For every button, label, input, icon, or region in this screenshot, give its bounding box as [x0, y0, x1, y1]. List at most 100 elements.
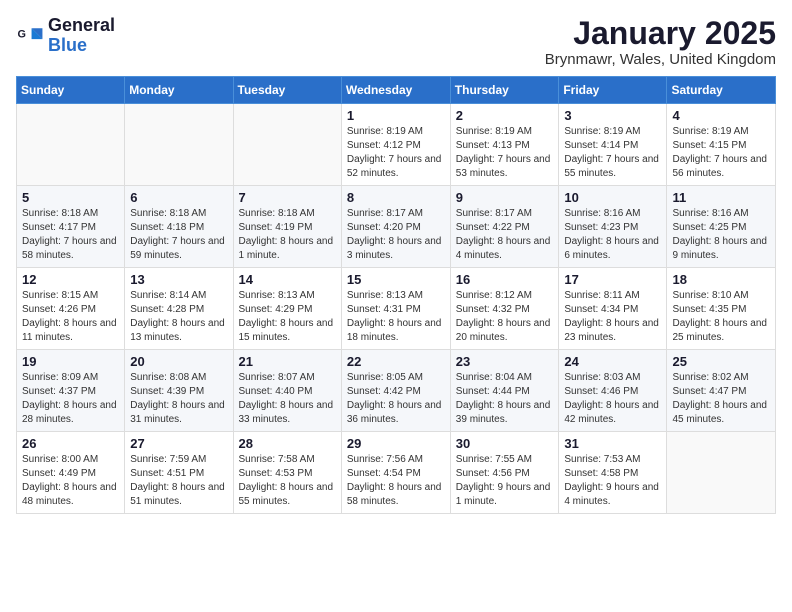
day-number: 5: [22, 190, 119, 205]
day-info: Sunrise: 7:59 AM Sunset: 4:51 PM Dayligh…: [130, 453, 227, 509]
day-number: 17: [564, 272, 661, 287]
day-info: Sunrise: 8:04 AM Sunset: 4:44 PM Dayligh…: [456, 371, 554, 427]
day-number: 14: [239, 272, 336, 287]
day-info: Sunrise: 8:02 AM Sunset: 4:47 PM Dayligh…: [672, 371, 770, 427]
calendar-week-2: 5 Sunrise: 8:18 AM Sunset: 4:17 PM Dayli…: [17, 186, 776, 268]
table-row: 26 Sunrise: 8:00 AM Sunset: 4:49 PM Dayl…: [17, 432, 125, 514]
header-wednesday: Wednesday: [341, 77, 450, 104]
table-row: 7 Sunrise: 8:18 AM Sunset: 4:19 PM Dayli…: [233, 186, 341, 268]
table-row: 17 Sunrise: 8:11 AM Sunset: 4:34 PM Dayl…: [559, 268, 667, 350]
table-row: 18 Sunrise: 8:10 AM Sunset: 4:35 PM Dayl…: [667, 268, 776, 350]
header-thursday: Thursday: [450, 77, 559, 104]
table-row: 6 Sunrise: 8:18 AM Sunset: 4:18 PM Dayli…: [125, 186, 233, 268]
table-row: 11 Sunrise: 8:16 AM Sunset: 4:25 PM Dayl…: [667, 186, 776, 268]
day-number: 18: [672, 272, 770, 287]
day-number: 23: [456, 354, 554, 369]
table-row: 5 Sunrise: 8:18 AM Sunset: 4:17 PM Dayli…: [17, 186, 125, 268]
table-row: 15 Sunrise: 8:13 AM Sunset: 4:31 PM Dayl…: [341, 268, 450, 350]
day-number: 1: [347, 108, 445, 123]
table-row: 9 Sunrise: 8:17 AM Sunset: 4:22 PM Dayli…: [450, 186, 559, 268]
day-info: Sunrise: 8:03 AM Sunset: 4:46 PM Dayligh…: [564, 371, 661, 427]
day-info: Sunrise: 8:19 AM Sunset: 4:13 PM Dayligh…: [456, 125, 554, 181]
logo-blue: Blue: [48, 35, 87, 55]
day-info: Sunrise: 8:15 AM Sunset: 4:26 PM Dayligh…: [22, 289, 119, 345]
day-number: 15: [347, 272, 445, 287]
header-monday: Monday: [125, 77, 233, 104]
day-info: Sunrise: 7:56 AM Sunset: 4:54 PM Dayligh…: [347, 453, 445, 509]
logo: G General Blue: [16, 16, 115, 56]
table-row: [125, 104, 233, 186]
table-row: 4 Sunrise: 8:19 AM Sunset: 4:15 PM Dayli…: [667, 104, 776, 186]
table-row: 12 Sunrise: 8:15 AM Sunset: 4:26 PM Dayl…: [17, 268, 125, 350]
title-area: January 2025 Brynmawr, Wales, United Kin…: [545, 16, 776, 68]
day-number: 2: [456, 108, 554, 123]
day-number: 31: [564, 436, 661, 451]
day-info: Sunrise: 8:18 AM Sunset: 4:19 PM Dayligh…: [239, 207, 336, 263]
table-row: [667, 432, 776, 514]
day-number: 7: [239, 190, 336, 205]
day-info: Sunrise: 8:18 AM Sunset: 4:18 PM Dayligh…: [130, 207, 227, 263]
day-number: 10: [564, 190, 661, 205]
table-row: 20 Sunrise: 8:08 AM Sunset: 4:39 PM Dayl…: [125, 350, 233, 432]
table-row: 1 Sunrise: 8:19 AM Sunset: 4:12 PM Dayli…: [341, 104, 450, 186]
day-info: Sunrise: 8:07 AM Sunset: 4:40 PM Dayligh…: [239, 371, 336, 427]
day-number: 13: [130, 272, 227, 287]
day-number: 4: [672, 108, 770, 123]
day-info: Sunrise: 8:08 AM Sunset: 4:39 PM Dayligh…: [130, 371, 227, 427]
table-row: 24 Sunrise: 8:03 AM Sunset: 4:46 PM Dayl…: [559, 350, 667, 432]
table-row: 27 Sunrise: 7:59 AM Sunset: 4:51 PM Dayl…: [125, 432, 233, 514]
table-row: 31 Sunrise: 7:53 AM Sunset: 4:58 PM Dayl…: [559, 432, 667, 514]
day-number: 21: [239, 354, 336, 369]
day-number: 22: [347, 354, 445, 369]
table-row: 22 Sunrise: 8:05 AM Sunset: 4:42 PM Dayl…: [341, 350, 450, 432]
table-row: 10 Sunrise: 8:16 AM Sunset: 4:23 PM Dayl…: [559, 186, 667, 268]
calendar-week-1: 1 Sunrise: 8:19 AM Sunset: 4:12 PM Dayli…: [17, 104, 776, 186]
table-row: 28 Sunrise: 7:58 AM Sunset: 4:53 PM Dayl…: [233, 432, 341, 514]
table-row: 30 Sunrise: 7:55 AM Sunset: 4:56 PM Dayl…: [450, 432, 559, 514]
table-row: 2 Sunrise: 8:19 AM Sunset: 4:13 PM Dayli…: [450, 104, 559, 186]
day-number: 26: [22, 436, 119, 451]
day-number: 11: [672, 190, 770, 205]
day-info: Sunrise: 8:05 AM Sunset: 4:42 PM Dayligh…: [347, 371, 445, 427]
page-header: G General Blue January 2025 Brynmawr, Wa…: [16, 16, 776, 68]
table-row: 14 Sunrise: 8:13 AM Sunset: 4:29 PM Dayl…: [233, 268, 341, 350]
day-number: 3: [564, 108, 661, 123]
calendar-week-5: 26 Sunrise: 8:00 AM Sunset: 4:49 PM Dayl…: [17, 432, 776, 514]
day-info: Sunrise: 8:19 AM Sunset: 4:14 PM Dayligh…: [564, 125, 661, 181]
table-row: 19 Sunrise: 8:09 AM Sunset: 4:37 PM Dayl…: [17, 350, 125, 432]
table-row: 8 Sunrise: 8:17 AM Sunset: 4:20 PM Dayli…: [341, 186, 450, 268]
day-info: Sunrise: 8:14 AM Sunset: 4:28 PM Dayligh…: [130, 289, 227, 345]
month-title: January 2025: [545, 16, 776, 51]
table-row: 25 Sunrise: 8:02 AM Sunset: 4:47 PM Dayl…: [667, 350, 776, 432]
header-saturday: Saturday: [667, 77, 776, 104]
day-info: Sunrise: 8:13 AM Sunset: 4:31 PM Dayligh…: [347, 289, 445, 345]
table-row: 3 Sunrise: 8:19 AM Sunset: 4:14 PM Dayli…: [559, 104, 667, 186]
day-info: Sunrise: 8:11 AM Sunset: 4:34 PM Dayligh…: [564, 289, 661, 345]
calendar-table: Sunday Monday Tuesday Wednesday Thursday…: [16, 76, 776, 514]
day-info: Sunrise: 7:55 AM Sunset: 4:56 PM Dayligh…: [456, 453, 554, 509]
logo-icon: G: [16, 22, 44, 50]
day-number: 27: [130, 436, 227, 451]
day-number: 12: [22, 272, 119, 287]
calendar-week-4: 19 Sunrise: 8:09 AM Sunset: 4:37 PM Dayl…: [17, 350, 776, 432]
day-info: Sunrise: 8:17 AM Sunset: 4:20 PM Dayligh…: [347, 207, 445, 263]
day-info: Sunrise: 8:17 AM Sunset: 4:22 PM Dayligh…: [456, 207, 554, 263]
day-number: 29: [347, 436, 445, 451]
table-row: 23 Sunrise: 8:04 AM Sunset: 4:44 PM Dayl…: [450, 350, 559, 432]
day-number: 19: [22, 354, 119, 369]
day-info: Sunrise: 8:00 AM Sunset: 4:49 PM Dayligh…: [22, 453, 119, 509]
day-number: 24: [564, 354, 661, 369]
day-info: Sunrise: 8:16 AM Sunset: 4:23 PM Dayligh…: [564, 207, 661, 263]
day-info: Sunrise: 8:13 AM Sunset: 4:29 PM Dayligh…: [239, 289, 336, 345]
table-row: 13 Sunrise: 8:14 AM Sunset: 4:28 PM Dayl…: [125, 268, 233, 350]
day-info: Sunrise: 8:18 AM Sunset: 4:17 PM Dayligh…: [22, 207, 119, 263]
table-row: 16 Sunrise: 8:12 AM Sunset: 4:32 PM Dayl…: [450, 268, 559, 350]
day-number: 8: [347, 190, 445, 205]
day-info: Sunrise: 8:10 AM Sunset: 4:35 PM Dayligh…: [672, 289, 770, 345]
day-info: Sunrise: 8:16 AM Sunset: 4:25 PM Dayligh…: [672, 207, 770, 263]
table-row: [233, 104, 341, 186]
logo-wordmark: General Blue: [48, 16, 115, 56]
day-info: Sunrise: 8:19 AM Sunset: 4:15 PM Dayligh…: [672, 125, 770, 181]
weekday-header-row: Sunday Monday Tuesday Wednesday Thursday…: [17, 77, 776, 104]
day-info: Sunrise: 7:58 AM Sunset: 4:53 PM Dayligh…: [239, 453, 336, 509]
